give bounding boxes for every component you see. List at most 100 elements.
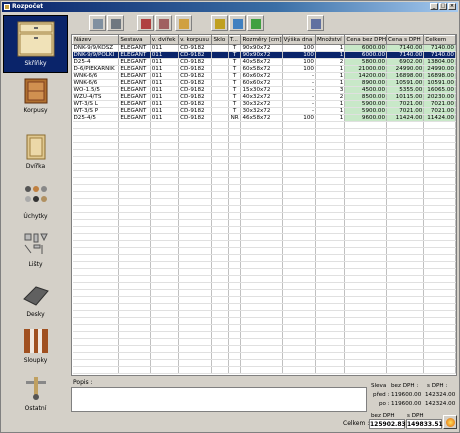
sidebar-item-dvirka[interactable]: Dvířka (3, 133, 68, 170)
table-cell: T (228, 100, 242, 108)
items-table[interactable]: Název Sestava v. dvířek v. korpusu Sklo T... R… (71, 34, 457, 376)
empty-row (72, 331, 456, 339)
pred-label: před : (373, 392, 390, 398)
column-header[interactable]: Rozměry [cm] (240, 35, 283, 45)
printer-icon (179, 19, 189, 29)
exit-button[interactable] (443, 415, 457, 429)
table-row[interactable]: D25-4/5 ELEGANT 011 CD-9182 NR 46x58x72 100 1 96… (72, 114, 456, 122)
table-cell: 40x58x72 (240, 58, 283, 66)
table-cell: 5355.00 (386, 86, 425, 94)
table-cell: CD-9182 (178, 72, 213, 80)
maximize-button[interactable]: □ (439, 3, 447, 10)
sidebar-item-label: Desky (26, 311, 45, 318)
column-header[interactable]: v. dvířek (149, 35, 180, 45)
column-header[interactable]: Celkem (423, 35, 456, 45)
table-cell: ELEGANT (118, 65, 151, 73)
table-cell: 6902.00 (386, 58, 425, 66)
table-row[interactable]: WT-3/S P ELEGANT 011 CD-9182 T 30x32x72-1 5900… (72, 107, 456, 115)
toolbar-button-remove[interactable] (155, 15, 172, 31)
table-cell: WO-1.5/5 (72, 86, 120, 94)
toolbar-button-chart[interactable] (211, 15, 228, 31)
empty-row (72, 303, 456, 311)
table-row[interactable]: DNK-9/9/KOSZ ELEGANT 011 CD-9182 T 90x90x72 10… (72, 44, 456, 52)
cabinet-icon (15, 20, 57, 58)
toolbar-button-texture[interactable] (229, 15, 246, 31)
toolbar-button-add[interactable] (137, 15, 154, 31)
sidebar-item-ostatni[interactable]: Ostatní (3, 375, 68, 412)
note-field[interactable] (71, 387, 367, 412)
empty-row (72, 170, 456, 178)
table-row[interactable]: WT-3/S L ELEGANT 011 CD-9182 T 30x32x72-1 5900… (72, 100, 456, 108)
table-cell: D-6/PIEKARNIK (72, 65, 120, 73)
table-cell (211, 86, 229, 94)
close-button[interactable]: × (448, 3, 456, 10)
empty-row (72, 247, 456, 255)
column-header[interactable]: Cena bez DPH (344, 35, 388, 45)
table-cell: 21000.00 (344, 65, 388, 73)
table-cell: 10591.00 (423, 79, 456, 87)
empty-row (72, 212, 456, 220)
table-row[interactable]: WNK-6/6 ELEGANT 011 CD-9182 T 60x60x72-1 14200… (72, 72, 456, 80)
table-cell: 1 (315, 79, 346, 87)
table-cell: 011 (150, 86, 180, 94)
door-icon (22, 133, 50, 161)
toolbar-button-calculator[interactable] (307, 15, 324, 31)
table-cell: 2 (315, 58, 346, 66)
toolbar-button-print[interactable] (175, 15, 192, 31)
table-cell: - (282, 93, 316, 101)
table-cell: - (282, 79, 316, 87)
sidebar-item-skrinky[interactable]: Skříňky (3, 15, 68, 73)
column-header[interactable]: Název (72, 35, 120, 45)
table-cell: 011 (150, 72, 180, 80)
column-header[interactable]: T... (227, 35, 242, 45)
table-cell: 3 (315, 86, 346, 94)
sidebar-item-korpusy[interactable]: Korpusy (3, 77, 68, 114)
sidebar-item-label: Lišty (28, 261, 43, 268)
column-header[interactable]: Sklo (211, 35, 229, 45)
toolbar-button-move-down[interactable] (107, 15, 124, 31)
table-cell: D25-4/5 (72, 114, 120, 122)
toolbar-button-color[interactable] (247, 15, 264, 31)
column-header[interactable]: Sestava (118, 35, 151, 45)
sidebar-item-desky[interactable]: Desky (3, 281, 68, 318)
sidebar-item-sloupky[interactable]: Sloupky (3, 327, 68, 364)
column-header[interactable]: Cena s DPH (386, 35, 425, 45)
carcass-icon (22, 77, 50, 105)
po-s-value: 142324.00 (425, 401, 456, 407)
empty-row (72, 345, 456, 353)
column-header[interactable]: v. korpusu (178, 35, 213, 45)
pred-bez-value: 119600.00 (391, 392, 422, 398)
table-cell: 011 (150, 58, 180, 66)
table-cell: 7140.00 (386, 44, 425, 52)
table-cell: 6000.00 (344, 51, 388, 59)
app-icon (4, 4, 10, 10)
table-row[interactable]: D25-4 ELEGANT 011 CD-9182 T 40x58x72 100 2 5800.… (72, 58, 456, 66)
table-cell: 90x90x72 (240, 44, 283, 52)
table-cell: ELEGANT (118, 72, 151, 80)
table-row[interactable]: WNK-6/6 ELEGANT 011 CD-9182 T 60x60x72-1 8900.… (72, 79, 456, 87)
toolbar-button-move-up[interactable] (89, 15, 106, 31)
table-cell (211, 58, 229, 66)
empty-row (72, 121, 456, 129)
column-header[interactable]: Výška dna (281, 35, 316, 45)
table-row[interactable]: WZU-4/TS ELEGANT 011 CD-9182 T 40x32x72-2 8500… (72, 93, 456, 101)
table-row[interactable]: DNK-9/9/POLKI ELEGANT 011 CD-9182 T 90x90x72 1… (72, 51, 456, 59)
table-cell: 7021.00 (386, 107, 425, 115)
column-header[interactable]: Množství (314, 35, 346, 45)
minimize-button[interactable]: _ (430, 3, 438, 10)
table-row[interactable]: D-6/PIEKARNIK ELEGANT 011 CD-9182 T 60x58x72 1… (72, 65, 456, 73)
table-cell (211, 51, 229, 59)
table-cell: T (228, 58, 242, 66)
table-cell: ELEGANT (118, 107, 151, 115)
table-header: Název Sestava v. dvířek v. korpusu Sklo T... R… (72, 35, 456, 45)
sidebar-item-listy[interactable]: Lišty (3, 231, 68, 268)
table-cell: 16898.00 (386, 72, 425, 80)
table-row[interactable]: WO-1.5/5 ELEGANT 011 CD-9182 T 15x30x72-3 4500… (72, 86, 456, 94)
handles-icon (22, 183, 50, 211)
table-cell: 5900.00 (344, 107, 388, 115)
empty-row (72, 149, 456, 157)
table-cell: 60x58x72 (240, 65, 283, 73)
table-cell: WT-3/S L (72, 100, 120, 108)
empty-row (72, 191, 456, 199)
sidebar-item-uchytky[interactable]: Úchytky (3, 183, 68, 220)
